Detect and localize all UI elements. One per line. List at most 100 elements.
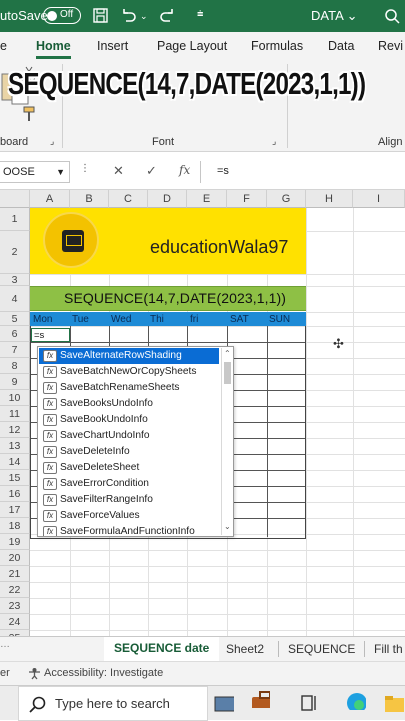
- column-header[interactable]: D: [148, 190, 187, 208]
- row-header[interactable]: 24: [0, 614, 30, 630]
- format-painter-icon[interactable]: [22, 106, 36, 122]
- save-icon[interactable]: [93, 8, 108, 23]
- row-header[interactable]: 6: [0, 326, 30, 342]
- row-header[interactable]: 7: [0, 342, 30, 358]
- autocomplete-item[interactable]: fx SaveFilterRangeInfo: [39, 492, 219, 508]
- column-header[interactable]: E: [187, 190, 227, 208]
- formula-input[interactable]: =s: [200, 161, 405, 183]
- sheet-tab[interactable]: SEQUENCE: [288, 642, 355, 656]
- sheet-tab[interactable]: Sheet2: [226, 642, 264, 656]
- autocomplete-item[interactable]: fx SaveFormulaAndFunctionInfo: [39, 524, 219, 536]
- tab-file[interactable]: e: [0, 39, 7, 53]
- column-header[interactable]: A: [30, 190, 70, 208]
- task-view-icon[interactable]: [214, 694, 234, 712]
- row-header[interactable]: 14: [0, 454, 30, 470]
- row-header[interactable]: 21: [0, 566, 30, 582]
- accessibility-icon[interactable]: [28, 667, 41, 680]
- weekday-cell[interactable]: SUN: [269, 314, 290, 325]
- autocomplete-item[interactable]: fx SaveBatchRenameSheets: [39, 380, 219, 396]
- column-header[interactable]: C: [109, 190, 148, 208]
- weekday-cell[interactable]: fri: [190, 314, 198, 325]
- undo-dropdown-icon[interactable]: ⌄: [140, 11, 148, 22]
- function-icon: fx: [43, 414, 57, 426]
- weekday-cell[interactable]: Wed: [111, 314, 131, 325]
- row-header[interactable]: 1: [0, 208, 30, 231]
- sheet-tab-active[interactable]: SEQUENCE date: [104, 637, 220, 664]
- file-name[interactable]: DATA ⌄: [311, 8, 358, 24]
- row-header[interactable]: 2: [0, 231, 30, 274]
- tab-home[interactable]: Home: [36, 39, 71, 59]
- taskbar-search-box[interactable]: Type here to search: [18, 686, 208, 721]
- autocomplete-list[interactable]: fx SaveAlternateRowShading fx SaveBatchNew…: [37, 346, 234, 537]
- redo-icon[interactable]: [160, 7, 176, 23]
- row-header[interactable]: 23: [0, 598, 30, 614]
- column-header[interactable]: F: [227, 190, 267, 208]
- row-header[interactable]: 20: [0, 550, 30, 566]
- autocomplete-item[interactable]: fx SaveDeleteSheet: [39, 460, 219, 476]
- autocomplete-item[interactable]: fx SaveForceValues: [39, 508, 219, 524]
- weekday-cell[interactable]: Tue: [72, 314, 89, 325]
- row-header[interactable]: 22: [0, 582, 30, 598]
- row-header[interactable]: 12: [0, 422, 30, 438]
- row-header[interactable]: 18: [0, 518, 30, 534]
- autocomplete-item[interactable]: fx SaveBooksUndoInfo: [39, 396, 219, 412]
- autocomplete-item[interactable]: fx SaveErrorCondition: [39, 476, 219, 492]
- row-header[interactable]: 10: [0, 390, 30, 406]
- active-cell-editor[interactable]: =s: [31, 328, 70, 342]
- tab-formulas[interactable]: Formulas: [251, 39, 303, 53]
- autocomplete-item[interactable]: fx SaveBookUndoInfo: [39, 412, 219, 428]
- row-header[interactable]: 19: [0, 534, 30, 550]
- row-header[interactable]: 9: [0, 374, 30, 390]
- tab-review[interactable]: Revi: [378, 39, 403, 53]
- row-header[interactable]: 15: [0, 470, 30, 486]
- font-launcher-icon[interactable]: ⌟: [272, 136, 276, 147]
- row-header[interactable]: 4: [0, 286, 30, 312]
- function-icon: fx: [43, 430, 57, 442]
- tab-data[interactable]: Data: [328, 39, 354, 53]
- autosave-toggle[interactable]: Off: [43, 7, 81, 24]
- insert-function-icon[interactable]: fx: [179, 163, 190, 177]
- function-icon: fx: [43, 366, 57, 378]
- row-header[interactable]: 13: [0, 438, 30, 454]
- autocomplete-item[interactable]: fx SaveBatchNewOrCopySheets: [39, 364, 219, 380]
- row-header[interactable]: 8: [0, 358, 30, 374]
- widgets-icon[interactable]: [300, 694, 320, 712]
- weekday-cell[interactable]: Thi: [150, 314, 164, 325]
- scroll-down-icon[interactable]: ⌄: [224, 522, 231, 531]
- scroll-up-icon[interactable]: ⌃: [224, 349, 231, 358]
- row-header[interactable]: 17: [0, 502, 30, 518]
- column-header[interactable]: B: [70, 190, 109, 208]
- row-header[interactable]: 16: [0, 486, 30, 502]
- worksheet-grid[interactable]: A B C D E F G H I 1 2 3 4 5 6 7 8 9 10 1…: [0, 190, 405, 636]
- accessibility-status[interactable]: Accessibility: Investigate: [44, 667, 163, 679]
- select-all-corner[interactable]: [0, 190, 30, 208]
- row-header[interactable]: 5: [0, 312, 30, 326]
- formula-bar: OOSE ▼ ⋮ ✕ ✓ fx =s: [0, 152, 405, 190]
- tab-page-layout[interactable]: Page Layout: [157, 39, 227, 53]
- autocomplete-item[interactable]: fx SaveAlternateRowShading: [39, 348, 219, 364]
- cancel-icon[interactable]: ✕: [113, 163, 124, 179]
- sheet-nav-icon[interactable]: …: [0, 639, 10, 650]
- enter-icon[interactable]: ✓: [146, 163, 157, 179]
- column-header[interactable]: H: [306, 190, 353, 208]
- row-header[interactable]: 3: [0, 274, 30, 286]
- undo-icon[interactable]: [120, 7, 136, 23]
- column-header[interactable]: G: [267, 190, 306, 208]
- column-header[interactable]: I: [353, 190, 405, 208]
- search-icon[interactable]: [384, 8, 400, 24]
- weekday-cell[interactable]: Mon: [33, 314, 52, 325]
- autocomplete-scrollbar[interactable]: ⌃ ⌄: [221, 348, 233, 535]
- scroll-thumb[interactable]: [224, 362, 231, 384]
- autocomplete-item[interactable]: fx SaveDeleteInfo: [39, 444, 219, 460]
- briefcase-icon[interactable]: [250, 690, 270, 708]
- name-box[interactable]: OOSE ▼: [0, 161, 70, 183]
- row-header[interactable]: 11: [0, 406, 30, 422]
- clipboard-launcher-icon[interactable]: ⌟: [50, 136, 54, 147]
- file-explorer-icon[interactable]: [384, 694, 404, 712]
- tab-insert[interactable]: Insert: [97, 39, 128, 53]
- edge-browser-icon[interactable]: [346, 692, 366, 710]
- sheet-tab[interactable]: Fill th: [374, 642, 403, 656]
- autocomplete-item[interactable]: fx SaveChartUndoInfo: [39, 428, 219, 444]
- weekday-cell[interactable]: SAT: [230, 314, 249, 325]
- customize-toolbar-icon[interactable]: ⩧: [197, 8, 203, 21]
